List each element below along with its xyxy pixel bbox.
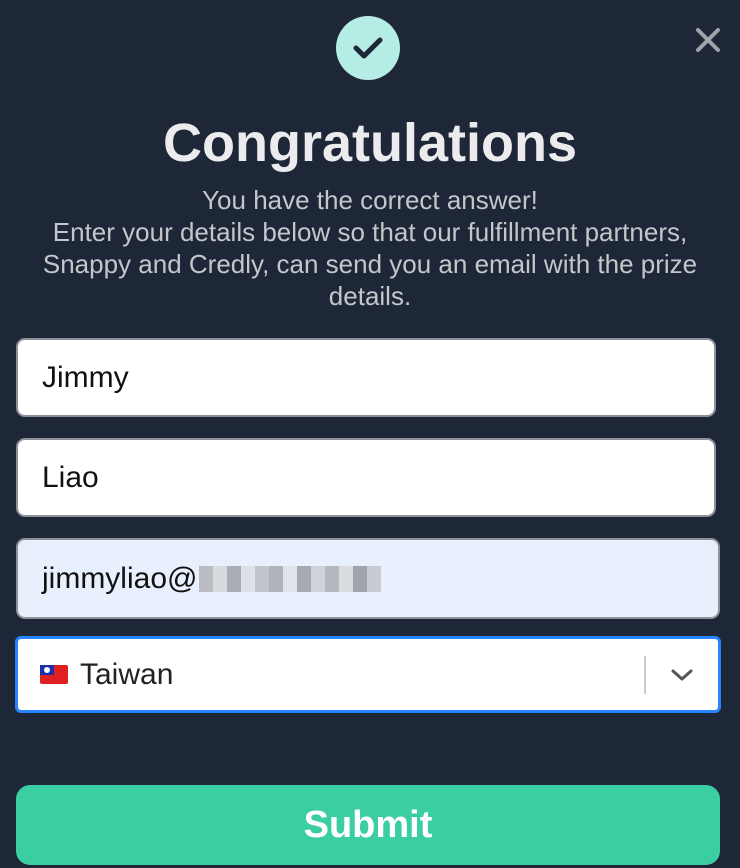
page-title: Congratulations xyxy=(163,113,577,173)
success-check-badge xyxy=(336,16,400,80)
close-button[interactable] xyxy=(688,20,728,60)
taiwan-flag-icon xyxy=(40,665,68,684)
email-input[interactable]: jimmyliao@ xyxy=(16,538,720,619)
subtitle: You have the correct answer! Enter your … xyxy=(40,184,700,312)
submit-button[interactable]: Submit xyxy=(16,785,720,865)
dropdown-toggle[interactable] xyxy=(646,639,718,710)
country-select[interactable]: Taiwan xyxy=(15,636,721,713)
last-name-input[interactable] xyxy=(16,438,716,517)
close-icon xyxy=(696,28,720,52)
email-value: jimmyliao@ xyxy=(42,561,198,595)
country-select-value: Taiwan xyxy=(80,657,174,691)
first-name-input[interactable] xyxy=(16,338,716,417)
chevron-down-icon xyxy=(671,669,693,680)
check-icon xyxy=(353,37,383,59)
subtitle-line-1: You have the correct answer! xyxy=(202,185,538,215)
redacted-email-domain xyxy=(199,565,382,592)
subtitle-line-2: Enter your details below so that our ful… xyxy=(42,217,698,311)
